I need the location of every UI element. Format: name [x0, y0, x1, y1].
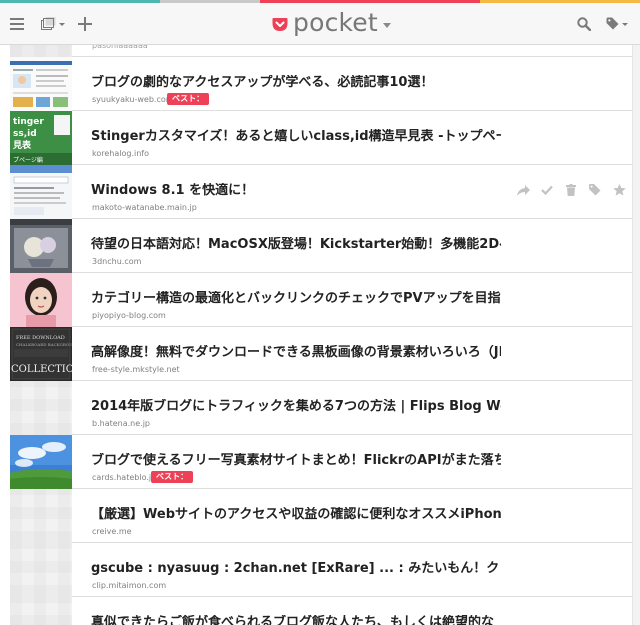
tag-icon	[606, 17, 628, 30]
pocket-logo[interactable]: pocket	[272, 3, 391, 45]
item-title[interactable]: 2014年版ブログにトラフィックを集める7つの方法 | Flips Blog W…	[91, 399, 501, 415]
list-item[interactable]: 真似できたらご飯が食べられるブログ飯な人たち、もしくは絶望的な	[0, 597, 632, 625]
tiles-view-button[interactable]	[38, 3, 68, 45]
item-domain: pasoniaaaaaa	[92, 45, 148, 50]
list-item[interactable]: pasoniaaaaaa	[0, 45, 632, 57]
saved-items-list: pasoniaaaaaa ブログの劇的なアクセスアップが学べる、必読記事10選！	[0, 45, 640, 625]
list-item[interactable]: gscube : nyasuug : 2chan.net [ExRare] ..…	[0, 543, 632, 597]
svg-text:見表: 見表	[12, 139, 32, 151]
list-item[interactable]: 2014年版ブログにトラフィックを集める7つの方法 | Flips Blog W…	[0, 381, 632, 435]
thumbnail	[10, 543, 72, 597]
thumbnail	[10, 489, 72, 543]
svg-text:ss,id: ss,id	[13, 129, 37, 139]
svg-text:CHALKBOARD BACKGROUNDS: CHALKBOARD BACKGROUNDS	[16, 342, 72, 347]
item-actions	[515, 182, 627, 198]
delete-icon[interactable]	[563, 182, 579, 198]
share-icon[interactable]	[515, 182, 531, 198]
item-domain: syuukyaku-web.com	[92, 95, 174, 104]
item-domain: clip.mitaimon.com	[92, 581, 167, 590]
thumbnail	[10, 57, 72, 111]
tags-button[interactable]	[602, 3, 632, 45]
list-item[interactable]: Windows 8.1 を快適に！ makoto-watanabe.main.j…	[0, 165, 632, 219]
plus-icon[interactable]	[75, 3, 95, 45]
list-item[interactable]: 待望の日本語対応！MacOSX版登場！Kickstarter始動！多機能2Dペイ…	[0, 219, 632, 273]
list-item[interactable]: 【厳選】Webサイトのアクセスや収益の確認に便利なオススメiPhoneア… cr…	[0, 489, 632, 543]
best-badge: ベスト：	[167, 93, 210, 105]
item-title[interactable]: 待望の日本語対応！MacOSX版登場！Kickstarter始動！多機能2Dペイ…	[91, 237, 501, 253]
item-title[interactable]: 真似できたらご飯が食べられるブログ飯な人たち、もしくは絶望的な	[91, 615, 501, 625]
tiles-icon	[41, 17, 65, 30]
thumbnail	[10, 435, 72, 489]
item-domain: korehalog.info	[92, 149, 149, 158]
logo-text: pocket	[293, 8, 378, 37]
svg-text:プページ編: プページ編	[13, 156, 43, 164]
thumbnail: FREE DOWNLOAD CHALKBOARD BACKGROUNDS COL…	[10, 327, 72, 381]
scroll-gutter[interactable]	[632, 45, 640, 625]
item-domain: cards.hateblo.jp	[92, 473, 157, 482]
item-title[interactable]: カテゴリー構造の最適化とバックリンクのチェックでPVアップを目指し…	[91, 291, 501, 307]
item-domain: b.hatena.ne.jp	[92, 419, 151, 428]
svg-text:tinger: tinger	[13, 117, 44, 127]
list-item[interactable]: FREE DOWNLOAD CHALKBOARD BACKGROUNDS COL…	[0, 327, 632, 381]
svg-text:COLLECTIONS: COLLECTIONS	[11, 364, 72, 375]
item-title[interactable]: ブログの劇的なアクセスアップが学べる、必読記事10選！	[91, 75, 501, 91]
item-title[interactable]: 【厳選】Webサイトのアクセスや収益の確認に便利なオススメiPhoneア…	[91, 507, 501, 523]
thumbnail	[10, 273, 72, 327]
list-item[interactable]: ブログの劇的なアクセスアップが学べる、必読記事10選！ syuukyaku-we…	[0, 57, 632, 111]
item-domain: makoto-watanabe.main.jp	[92, 203, 197, 212]
chevron-down-icon	[382, 22, 391, 28]
svg-text:FREE DOWNLOAD: FREE DOWNLOAD	[16, 335, 65, 341]
thumbnail: tinger ss,id 見表 プページ編	[10, 111, 72, 165]
top-header: pocket	[0, 3, 640, 45]
thumbnail	[10, 45, 72, 57]
item-domain: free-style.mkstyle.net	[92, 365, 180, 374]
archive-check-icon[interactable]	[539, 182, 555, 198]
item-domain: piyopiyo-blog.com	[92, 311, 166, 320]
item-title[interactable]: Stingerカスタマイズ！あると嬉しいclass,id構造早見表 -トップペー…	[91, 129, 501, 145]
item-domain: 3dnchu.com	[92, 257, 142, 266]
hamburger-icon[interactable]	[6, 3, 28, 45]
thumbnail	[10, 219, 72, 273]
search-icon[interactable]	[574, 3, 594, 45]
list-item[interactable]: カテゴリー構造の最適化とバックリンクのチェックでPVアップを目指し… piyop…	[0, 273, 632, 327]
item-title[interactable]: ブログで使えるフリー写真素材サイトまとめ！FlickrのAPIがまた落ちてい…	[91, 453, 501, 469]
item-title[interactable]: Windows 8.1 を快適に！	[91, 183, 501, 199]
item-title[interactable]: gscube : nyasuug : 2chan.net [ExRare] ..…	[91, 561, 501, 577]
thumbnail	[10, 381, 72, 435]
tag-icon[interactable]	[587, 182, 603, 198]
list-item[interactable]: tinger ss,id 見表 プページ編 Stingerカスタマイズ！あると嬉…	[0, 111, 632, 165]
item-domain: creive.me	[92, 527, 132, 536]
pocket-logo-icon	[272, 18, 288, 31]
list-item[interactable]: ブログで使えるフリー写真素材サイトまとめ！FlickrのAPIがまた落ちてい… …	[0, 435, 632, 489]
thumbnail	[10, 165, 72, 219]
favorite-star-icon[interactable]	[611, 182, 627, 198]
item-title[interactable]: 高解像度！無料でダウンロードできる黒板画像の背景素材いろいろ（JPG…	[91, 345, 501, 361]
thumbnail	[10, 597, 72, 625]
best-badge: ベスト：	[151, 471, 194, 483]
